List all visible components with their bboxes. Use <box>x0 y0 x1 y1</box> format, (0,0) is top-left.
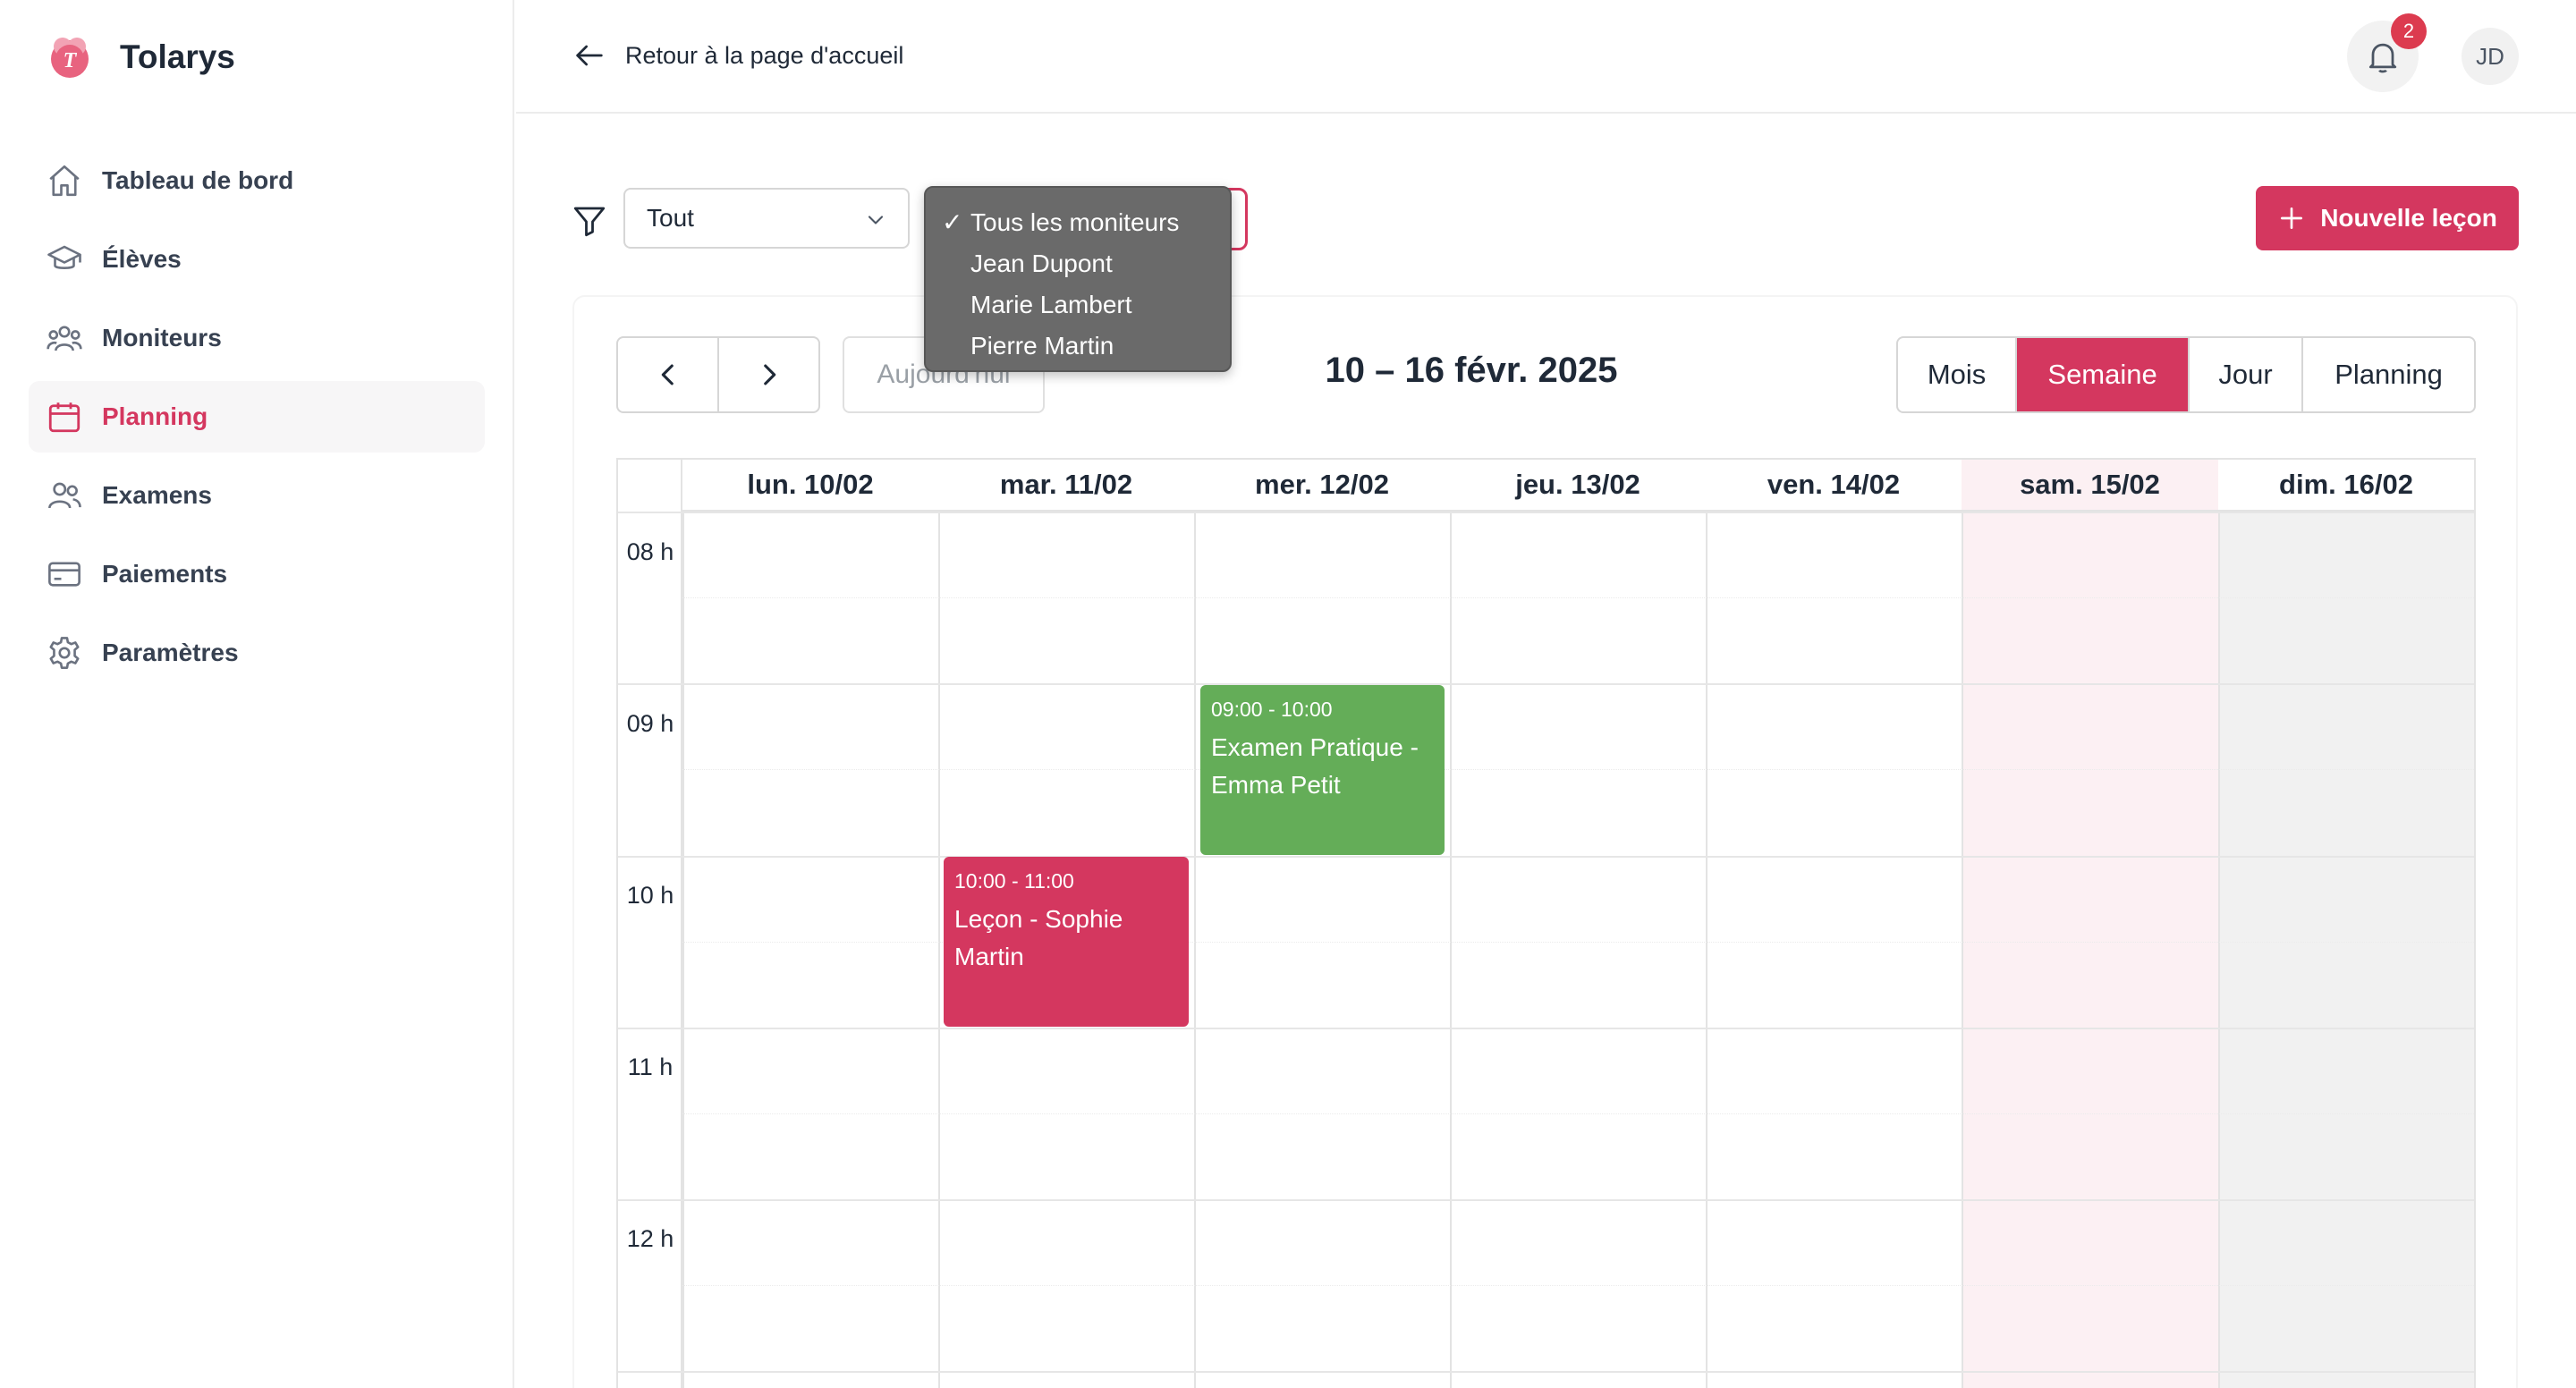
monitor-dropdown: ✓ Tous les moniteurs Jean Dupont Marie L… <box>924 186 1232 372</box>
sidebar-item-label: Paramètres <box>102 639 239 666</box>
chevron-left-icon <box>661 364 674 385</box>
option-label: Pierre Martin <box>970 332 1114 360</box>
monitor-option-marie-lambert[interactable]: Marie Lambert <box>926 284 1230 326</box>
view-month-button[interactable]: Mois <box>1898 338 2018 411</box>
calendar-icon <box>45 397 84 436</box>
week-grid: lun. 10/02 mar. 11/02 mer. 12/02 jeu. 13… <box>616 458 2476 1388</box>
date-range-title: 10 – 16 févr. 2025 <box>1325 351 1618 390</box>
event-title: Examen Pratique - Emma Petit <box>1211 733 1419 799</box>
half-hour-line <box>682 597 2474 598</box>
brand[interactable]: T Tolarys <box>47 34 235 80</box>
day-header: jeu. 13/02 <box>1450 460 1706 512</box>
sidebar-item-label: Paiements <box>102 560 228 588</box>
hour-label: 10 h <box>626 882 674 909</box>
day-header: ven. 14/02 <box>1706 460 1962 512</box>
view-planning-button[interactable]: Planning <box>2303 338 2474 411</box>
day-column-sunday[interactable] <box>2218 512 2474 1388</box>
users-icon <box>45 476 84 515</box>
sidebar-nav: Tableau de bord Élèves Moniteurs Plannin… <box>29 145 485 696</box>
day-column[interactable] <box>1194 512 1450 1388</box>
monitor-option-pierre-martin[interactable]: Pierre Martin <box>926 326 1230 367</box>
day-column[interactable] <box>682 512 938 1388</box>
sidebar: T Tolarys Tableau de bord Élèves Moniteu… <box>0 0 514 1388</box>
view-switcher: Mois Semaine Jour Planning <box>1896 336 2476 413</box>
day-column[interactable] <box>1450 512 1706 1388</box>
view-day-button[interactable]: Jour <box>2190 338 2304 411</box>
gear-icon <box>45 633 84 673</box>
sidebar-item-planning[interactable]: Planning <box>29 381 485 453</box>
logo-icon: T <box>51 38 89 78</box>
home-icon <box>45 161 84 200</box>
sidebar-item-label: Examens <box>102 481 212 509</box>
day-header: dim. 16/02 <box>2218 460 2474 512</box>
hour-line <box>618 1028 2474 1029</box>
hour-label: 09 h <box>626 710 674 737</box>
sidebar-item-label: Tableau de bord <box>102 166 294 194</box>
back-link-label: Retour à la page d'accueil <box>625 41 904 69</box>
svg-text:T: T <box>64 49 78 72</box>
hour-line <box>618 512 2474 513</box>
half-hour-line <box>682 769 2474 770</box>
topbar: Retour à la page d'accueil 2 JD <box>516 0 2576 114</box>
event-time: 10:00 - 11:00 <box>954 869 1074 893</box>
sidebar-item-students[interactable]: Élèves <box>29 224 485 295</box>
day-header: sam. 15/02 <box>1962 460 2218 512</box>
sidebar-item-payments[interactable]: Paiements <box>29 538 485 610</box>
monitor-option-jean-dupont[interactable]: Jean Dupont <box>926 243 1230 284</box>
event-time: 09:00 - 10:00 <box>1211 698 1333 721</box>
hour-line <box>618 1371 2474 1373</box>
day-column-saturday[interactable] <box>1962 512 2218 1388</box>
sidebar-item-label: Élèves <box>102 245 182 273</box>
monitor-option-all[interactable]: ✓ Tous les moniteurs <box>926 202 1230 243</box>
hour-label: 08 h <box>626 538 674 565</box>
arrow-left-icon <box>576 45 603 66</box>
hour-line <box>618 683 2474 685</box>
day-header: mar. 11/02 <box>938 460 1194 512</box>
plus-icon <box>2281 207 2303 229</box>
avatar[interactable]: JD <box>2462 28 2519 85</box>
hour-line <box>618 856 2474 858</box>
option-label: Tous les moniteurs <box>970 208 1180 236</box>
event-title: Leçon - Sophie Martin <box>954 905 1123 970</box>
day-column[interactable] <box>1706 512 1962 1388</box>
option-label: Marie Lambert <box>970 291 1132 318</box>
new-lesson-button[interactable]: Nouvelle leçon <box>2256 186 2519 250</box>
hour-line <box>618 1199 2474 1201</box>
sidebar-item-label: Planning <box>102 402 208 430</box>
credit-card-icon <box>45 554 84 594</box>
sidebar-item-dashboard[interactable]: Tableau de bord <box>29 145 485 216</box>
view-week-button[interactable]: Semaine <box>2017 338 2190 411</box>
day-header: mer. 12/02 <box>1194 460 1450 512</box>
type-filter-select[interactable]: Tout <box>623 188 910 249</box>
prev-week-button[interactable] <box>618 338 719 411</box>
chevron-right-icon <box>763 364 775 385</box>
brand-name: Tolarys <box>120 38 235 75</box>
half-hour-line <box>682 1285 2474 1286</box>
back-link[interactable]: Retour à la page d'accueil <box>572 36 903 75</box>
checkmark-icon: ✓ <box>942 208 963 236</box>
sidebar-item-settings[interactable]: Paramètres <box>29 617 485 689</box>
sidebar-item-label: Moniteurs <box>102 324 222 351</box>
half-hour-line <box>682 1113 2474 1114</box>
next-week-button[interactable] <box>719 338 818 411</box>
day-header: lun. 10/02 <box>682 460 938 512</box>
option-label: Jean Dupont <box>970 250 1113 277</box>
hour-label: 11 h <box>627 1054 674 1080</box>
calendar-event-lesson[interactable]: 10:00 - 11:00 Leçon - Sophie Martin <box>944 857 1189 1027</box>
notification-badge: 2 <box>2391 13 2427 49</box>
filter-icon <box>573 207 606 237</box>
type-filter-value: Tout <box>647 204 694 232</box>
sidebar-item-exams[interactable]: Examens <box>29 460 485 531</box>
hour-label: 12 h <box>626 1225 674 1252</box>
graduation-cap-icon <box>45 240 84 279</box>
calendar-nav <box>616 336 820 413</box>
new-lesson-label: Nouvelle leçon <box>2320 204 2497 232</box>
chevron-down-icon <box>868 216 884 224</box>
sidebar-item-instructors[interactable]: Moniteurs <box>29 302 485 374</box>
calendar-event-exam[interactable]: 09:00 - 10:00 Examen Pratique - Emma Pet… <box>1200 685 1445 855</box>
users-group-icon <box>45 318 84 358</box>
